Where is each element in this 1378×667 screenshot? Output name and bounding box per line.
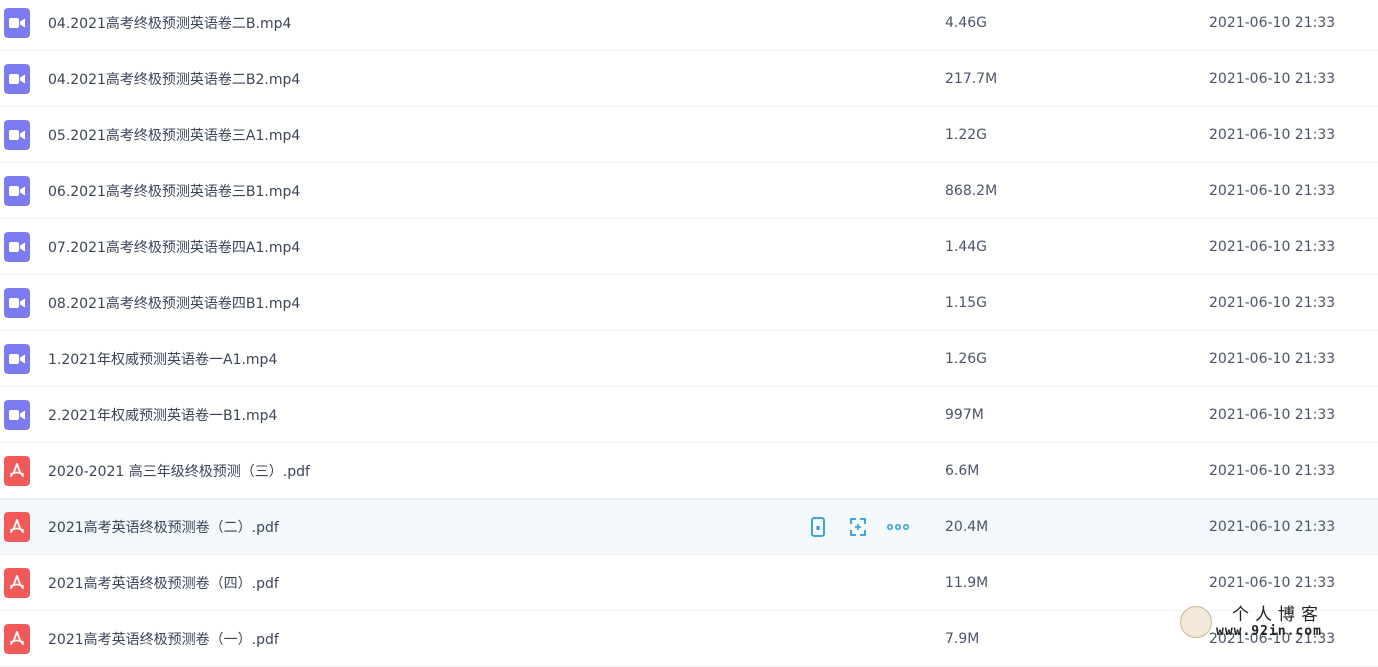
watermark-title: 个人博客 bbox=[1232, 605, 1324, 625]
video-icon bbox=[4, 119, 30, 150]
video-icon bbox=[4, 7, 30, 38]
file-name[interactable]: 04.2021高考终极预测英语卷二B.mp4 bbox=[48, 13, 291, 33]
file-size: 997M bbox=[945, 406, 984, 423]
file-modified-time: 2021-06-10 21:33 bbox=[1209, 182, 1336, 199]
file-name[interactable]: 1.2021年权威预测英语卷一A1.mp4 bbox=[48, 349, 277, 369]
file-name[interactable]: 2021高考英语终极预测卷（四）.pdf bbox=[48, 573, 279, 593]
file-list: 04.2021高考终极预测英语卷二B.mp4 4.46G 2021-06-10 21… bbox=[0, 0, 1378, 667]
file-row[interactable]: 07.2021高考终极预测英语卷四A1.mp4 1.44G 2021-06-10 2… bbox=[0, 219, 1378, 275]
file-size: 1.26G bbox=[945, 350, 988, 367]
file-modified-time: 2021-06-10 21:33 bbox=[1209, 294, 1336, 311]
file-size: 217.7M bbox=[945, 70, 998, 87]
file-name[interactable]: 04.2021高考终极预测英语卷二B2.mp4 bbox=[48, 69, 300, 89]
file-size: 1.44G bbox=[945, 238, 988, 255]
file-row[interactable]: 2021高考英语终极预测卷（一）.pdf 7.9M 2021-06-10 21:33 bbox=[0, 611, 1378, 667]
file-size: 20.4M bbox=[945, 519, 989, 535]
file-modified-time: 2021-06-10 21:33 bbox=[1209, 70, 1336, 87]
file-modified-time: 2021-06-10 21:33 bbox=[1209, 406, 1336, 423]
file-size: 11.9M bbox=[945, 574, 989, 591]
file-modified-time: 2021-06-10 21:33 bbox=[1209, 462, 1336, 479]
pdf-icon bbox=[4, 455, 30, 486]
video-icon bbox=[4, 287, 30, 318]
watermark-url: www.92in.com bbox=[1216, 624, 1322, 639]
row-actions bbox=[806, 500, 926, 554]
file-row[interactable]: 08.2021高考终极预测英语卷四B1.mp4 1.15G 2021-06-10 2… bbox=[0, 275, 1378, 331]
file-row[interactable]: 2021高考英语终极预测卷（二）.pdf 20.4M 2021-06-10 21:3… bbox=[0, 499, 1378, 555]
video-icon bbox=[4, 175, 30, 206]
file-row[interactable]: 1.2021年权威预测英语卷一A1.mp4 1.26G 2021-06-10 21:… bbox=[0, 331, 1378, 387]
file-row[interactable]: 2.2021年权威预测英语卷一B1.mp4 997M 2021-06-10 21:3… bbox=[0, 387, 1378, 443]
file-modified-time: 2021-06-10 21:33 bbox=[1209, 574, 1336, 591]
file-modified-time: 2021-06-10 21:33 bbox=[1209, 126, 1336, 143]
file-size: 7.9M bbox=[945, 630, 980, 647]
file-row[interactable]: 04.2021高考终极预测英语卷二B2.mp4 217.7M 2021-06-10 … bbox=[0, 51, 1378, 107]
file-size: 1.22G bbox=[945, 126, 988, 143]
file-row[interactable]: 04.2021高考终极预测英语卷二B.mp4 4.46G 2021-06-10 21… bbox=[0, 0, 1378, 51]
watermark: 个人博客 www.92in.com bbox=[1180, 600, 1370, 644]
watermark-logo-icon bbox=[1180, 606, 1212, 638]
file-name[interactable]: 2021高考英语终极预测卷（二）.pdf bbox=[48, 517, 279, 537]
file-size: 1.15G bbox=[945, 294, 988, 311]
file-size: 4.46G bbox=[945, 14, 988, 31]
file-modified-time: 2021-06-10 21:33 bbox=[1209, 238, 1336, 255]
file-size: 868.2M bbox=[945, 182, 998, 199]
more-icon[interactable] bbox=[886, 515, 910, 539]
video-icon bbox=[4, 231, 30, 262]
file-row[interactable]: 06.2021高考终极预测英语卷三B1.mp4 868.2M 2021-06-10 … bbox=[0, 163, 1378, 219]
video-icon bbox=[4, 63, 30, 94]
video-icon bbox=[4, 343, 30, 374]
share-icon[interactable] bbox=[846, 515, 870, 539]
file-modified-time: 2021-06-10 21:33 bbox=[1209, 350, 1336, 367]
file-row[interactable]: 2021高考英语终极预测卷（四）.pdf 11.9M 2021-06-10 21:3… bbox=[0, 555, 1378, 611]
file-name[interactable]: 2021高考英语终极预测卷（一）.pdf bbox=[48, 629, 279, 649]
phone-icon[interactable] bbox=[806, 515, 830, 539]
file-name[interactable]: 2020-2021 高三年级终极预测（三）.pdf bbox=[48, 461, 310, 481]
pdf-icon bbox=[4, 623, 30, 654]
pdf-icon bbox=[4, 512, 30, 542]
file-name[interactable]: 07.2021高考终极预测英语卷四A1.mp4 bbox=[48, 237, 300, 257]
file-name[interactable]: 05.2021高考终极预测英语卷三A1.mp4 bbox=[48, 125, 300, 145]
file-size: 6.6M bbox=[945, 462, 980, 479]
file-name[interactable]: 06.2021高考终极预测英语卷三B1.mp4 bbox=[48, 181, 300, 201]
file-modified-time: 2021-06-10 21:33 bbox=[1209, 14, 1336, 31]
file-row[interactable]: 05.2021高考终极预测英语卷三A1.mp4 1.22G 2021-06-10 2… bbox=[0, 107, 1378, 163]
file-row[interactable]: 2020-2021 高三年级终极预测（三）.pdf 6.6M 2021-06-10 … bbox=[0, 443, 1378, 499]
file-name[interactable]: 2.2021年权威预测英语卷一B1.mp4 bbox=[48, 405, 277, 425]
video-icon bbox=[4, 399, 30, 430]
file-modified-time: 2021-06-10 21:33 bbox=[1209, 519, 1336, 535]
pdf-icon bbox=[4, 567, 30, 598]
file-name[interactable]: 08.2021高考终极预测英语卷四B1.mp4 bbox=[48, 293, 300, 313]
